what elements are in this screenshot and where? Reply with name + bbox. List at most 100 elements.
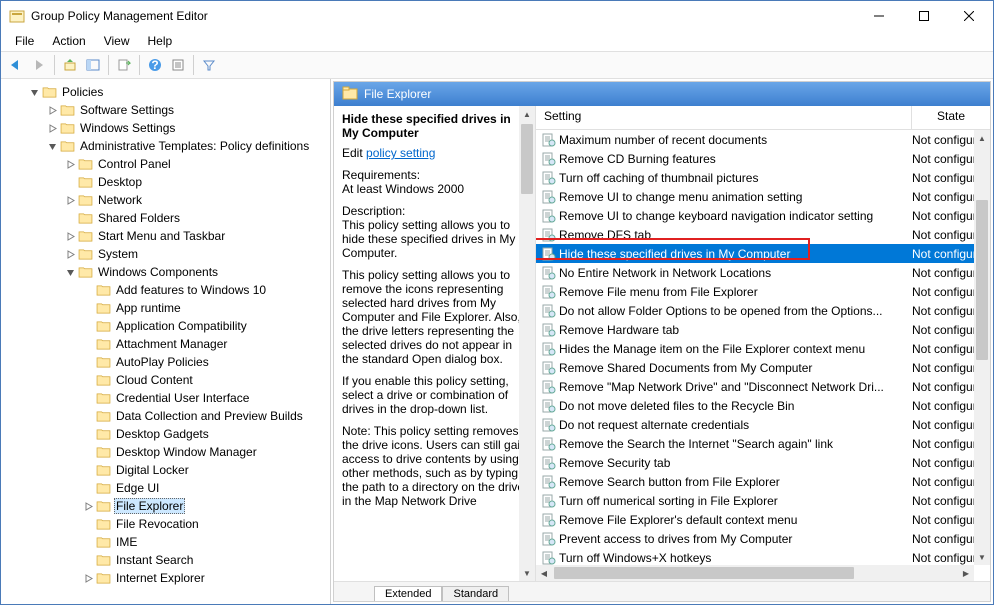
tree-node[interactable]: Attachment Manager bbox=[1, 335, 315, 353]
tree-node[interactable]: Application Compatibility bbox=[1, 317, 315, 335]
setting-row[interactable]: Remove File Explorer's default context m… bbox=[536, 510, 990, 529]
tree-node[interactable]: Edge UI bbox=[1, 479, 315, 497]
tree-node[interactable]: Network bbox=[1, 191, 315, 209]
export-button[interactable] bbox=[113, 54, 135, 76]
tree-node[interactable]: Start Menu and Taskbar bbox=[1, 227, 315, 245]
folder-icon bbox=[95, 319, 111, 333]
tree-node[interactable]: Desktop bbox=[1, 173, 315, 191]
setting-row[interactable]: Hide these specified drives in My Comput… bbox=[536, 244, 990, 263]
toolbar: ? bbox=[1, 51, 993, 79]
setting-row[interactable]: Hides the Manage item on the File Explor… bbox=[536, 339, 990, 358]
folder-icon bbox=[59, 103, 75, 117]
properties-button[interactable] bbox=[167, 54, 189, 76]
tree-node[interactable]: System bbox=[1, 245, 315, 263]
edit-policy-link[interactable]: policy setting bbox=[366, 146, 435, 160]
setting-row[interactable]: Prevent access to drives from My Compute… bbox=[536, 529, 990, 548]
expand-toggle[interactable] bbox=[27, 88, 41, 97]
setting-label: Do not allow Folder Options to be opened… bbox=[559, 304, 912, 318]
column-setting[interactable]: Setting bbox=[536, 106, 912, 129]
setting-icon bbox=[540, 361, 557, 375]
menu-help[interactable]: Help bbox=[140, 33, 181, 49]
close-button[interactable] bbox=[946, 2, 991, 30]
tree-node[interactable]: Instant Search bbox=[1, 551, 315, 569]
navigation-tree[interactable]: Policies Software Settings Windows Setting… bbox=[1, 79, 331, 604]
tree-node[interactable]: Desktop Window Manager bbox=[1, 443, 315, 461]
folder-icon bbox=[77, 175, 93, 189]
setting-label: Turn off Windows+X hotkeys bbox=[559, 551, 912, 565]
expand-toggle[interactable] bbox=[63, 232, 77, 241]
folder-icon bbox=[77, 157, 93, 171]
minimize-button[interactable] bbox=[856, 2, 901, 30]
expand-toggle[interactable] bbox=[63, 196, 77, 205]
show-hide-tree-button[interactable] bbox=[82, 54, 104, 76]
tree-node-label: Attachment Manager bbox=[114, 337, 229, 351]
expand-toggle[interactable] bbox=[45, 142, 59, 151]
tree-node[interactable]: App runtime bbox=[1, 299, 315, 317]
folder-icon bbox=[95, 553, 111, 567]
tree-node[interactable]: Control Panel bbox=[1, 155, 315, 173]
tree-node-label: Edge UI bbox=[114, 481, 161, 495]
menu-view[interactable]: View bbox=[96, 33, 138, 49]
setting-row[interactable]: Remove Shared Documents from My Computer… bbox=[536, 358, 990, 377]
tree-node[interactable]: Policies bbox=[1, 83, 315, 101]
menu-file[interactable]: File bbox=[7, 33, 42, 49]
tree-node-label: Software Settings bbox=[78, 103, 176, 117]
tree-node[interactable]: Digital Locker bbox=[1, 461, 315, 479]
tree-node[interactable]: Internet Explorer bbox=[1, 569, 315, 587]
setting-row[interactable]: No Entire Network in Network LocationsNo… bbox=[536, 263, 990, 282]
description-scrollbar[interactable]: ▲ ▼ bbox=[519, 106, 535, 581]
expand-toggle[interactable] bbox=[63, 268, 77, 277]
tree-node[interactable]: File Explorer bbox=[1, 497, 315, 515]
setting-row[interactable]: Remove Search button from File ExplorerN… bbox=[536, 472, 990, 491]
tree-node[interactable]: IME bbox=[1, 533, 315, 551]
tab-extended[interactable]: Extended bbox=[374, 586, 442, 601]
tree-node[interactable]: Credential User Interface bbox=[1, 389, 315, 407]
expand-toggle[interactable] bbox=[63, 160, 77, 169]
menu-action[interactable]: Action bbox=[44, 33, 93, 49]
forward-button[interactable] bbox=[28, 54, 50, 76]
setting-row[interactable]: Remove DFS tabNot configure bbox=[536, 225, 990, 244]
setting-row[interactable]: Remove Hardware tabNot configure bbox=[536, 320, 990, 339]
setting-row[interactable]: Do not move deleted files to the Recycle… bbox=[536, 396, 990, 415]
tree-node[interactable]: Desktop Gadgets bbox=[1, 425, 315, 443]
list-scrollbar-horizontal[interactable]: ◀ ▶ bbox=[536, 565, 974, 581]
back-button[interactable] bbox=[5, 54, 27, 76]
setting-row[interactable]: Maximum number of recent documentsNot co… bbox=[536, 130, 990, 149]
list-scrollbar-vertical[interactable]: ▲ ▼ bbox=[974, 130, 990, 565]
filter-button[interactable] bbox=[198, 54, 220, 76]
tree-node[interactable]: Cloud Content bbox=[1, 371, 315, 389]
expand-toggle[interactable] bbox=[81, 502, 95, 511]
setting-row[interactable]: Remove the Search the Internet "Search a… bbox=[536, 434, 990, 453]
setting-row[interactable]: Turn off caching of thumbnail picturesNo… bbox=[536, 168, 990, 187]
tree-node[interactable]: Data Collection and Preview Builds bbox=[1, 407, 315, 425]
tree-node[interactable]: Software Settings bbox=[1, 101, 315, 119]
setting-row[interactable]: Remove CD Burning featuresNot configure bbox=[536, 149, 990, 168]
maximize-button[interactable] bbox=[901, 2, 946, 30]
setting-row[interactable]: Remove "Map Network Drive" and "Disconne… bbox=[536, 377, 990, 396]
up-button[interactable] bbox=[59, 54, 81, 76]
tree-node[interactable]: Shared Folders bbox=[1, 209, 315, 227]
tree-node[interactable]: Add features to Windows 10 bbox=[1, 281, 315, 299]
tree-node[interactable]: Windows Settings bbox=[1, 119, 315, 137]
expand-toggle[interactable] bbox=[81, 574, 95, 583]
expand-toggle[interactable] bbox=[45, 106, 59, 115]
expand-toggle[interactable] bbox=[63, 250, 77, 259]
setting-row[interactable]: Do not request alternate credentialsNot … bbox=[536, 415, 990, 434]
tree-node[interactable]: AutoPlay Policies bbox=[1, 353, 315, 371]
setting-row[interactable]: Remove File menu from File ExplorerNot c… bbox=[536, 282, 990, 301]
tree-node-label: Start Menu and Taskbar bbox=[96, 229, 227, 243]
tree-node[interactable]: Administrative Templates: Policy definit… bbox=[1, 137, 315, 155]
setting-row[interactable]: Do not allow Folder Options to be opened… bbox=[536, 301, 990, 320]
setting-row[interactable]: Turn off numerical sorting in File Explo… bbox=[536, 491, 990, 510]
tree-node[interactable]: Windows Components bbox=[1, 263, 315, 281]
column-state[interactable]: State bbox=[912, 106, 990, 129]
help-button[interactable]: ? bbox=[144, 54, 166, 76]
expand-toggle[interactable] bbox=[45, 124, 59, 133]
folder-icon bbox=[342, 86, 358, 103]
tab-standard[interactable]: Standard bbox=[442, 586, 509, 601]
tree-node[interactable]: File Revocation bbox=[1, 515, 315, 533]
setting-row[interactable]: Remove Security tabNot configure bbox=[536, 453, 990, 472]
setting-label: Remove UI to change menu animation setti… bbox=[559, 190, 912, 204]
setting-row[interactable]: Remove UI to change keyboard navigation … bbox=[536, 206, 990, 225]
setting-row[interactable]: Remove UI to change menu animation setti… bbox=[536, 187, 990, 206]
